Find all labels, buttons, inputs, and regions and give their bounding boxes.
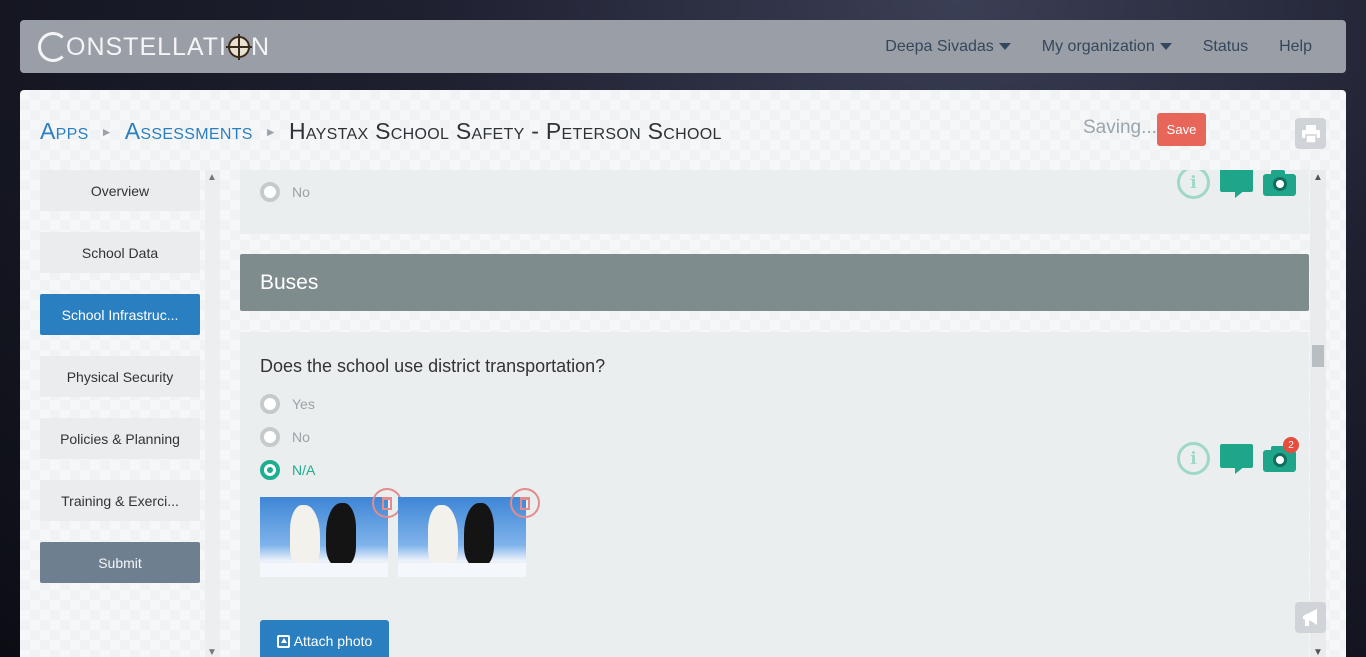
- question-actions: i 2: [1177, 437, 1299, 475]
- logo-c-ring: [38, 32, 68, 62]
- scroll-up-icon[interactable]: ▲: [207, 172, 217, 183]
- scrollbar-thumb[interactable]: [1312, 345, 1324, 367]
- organization-label: My organization: [1041, 37, 1155, 55]
- sidebar-item-school-infrastructure[interactable]: School Infrastruc...: [40, 294, 200, 335]
- announcement-button[interactable]: [1295, 602, 1326, 633]
- sidebar-item-school-data[interactable]: School Data: [40, 232, 200, 273]
- submit-button[interactable]: Submit: [40, 542, 200, 583]
- camera-icon[interactable]: 2: [1263, 437, 1299, 472]
- print-icon: [1301, 124, 1320, 143]
- breadcrumb-assessments[interactable]: Assessments: [125, 118, 253, 145]
- logo-text-1: ONSTELLATI: [66, 32, 227, 61]
- photo-thumbnail[interactable]: [260, 497, 388, 577]
- camera-icon[interactable]: [1263, 170, 1296, 196]
- radio-button[interactable]: [260, 394, 280, 414]
- organization-menu[interactable]: My organization: [1042, 38, 1172, 56]
- chevron-down-icon: [1159, 43, 1172, 50]
- prev-question-actions: i: [1177, 170, 1296, 199]
- scroll-down-icon[interactable]: ▼: [1313, 647, 1323, 657]
- attach-photo-button[interactable]: Attach photo: [260, 620, 389, 657]
- user-name: Deepa Sivadas: [885, 37, 994, 55]
- saving-status: Saving...: [1083, 117, 1157, 138]
- comment-icon[interactable]: [1220, 443, 1253, 474]
- help-link[interactable]: Help: [1279, 38, 1312, 56]
- option-label: N/A: [292, 462, 316, 478]
- radio-button[interactable]: [260, 427, 280, 447]
- info-icon[interactable]: i: [1177, 170, 1210, 199]
- sidebar-item-policies-planning[interactable]: Policies & Planning: [40, 418, 200, 459]
- main-panel: Apps ► Assessments ► Haystax School Safe…: [20, 90, 1346, 657]
- breadcrumb-apps[interactable]: Apps: [40, 118, 89, 145]
- save-button[interactable]: Save: [1157, 113, 1206, 146]
- radio-button[interactable]: [260, 182, 280, 202]
- option-label: No: [292, 429, 310, 445]
- attach-photo-label: Attach photo: [293, 633, 373, 649]
- option-label: No: [292, 184, 310, 200]
- megaphone-icon: [1302, 608, 1317, 626]
- section-header-buses: Buses: [240, 254, 1309, 311]
- sidebar-item-training-exercises[interactable]: Training & Exerci...: [40, 480, 200, 521]
- section-sidebar: Overview School Data School Infrastruc..…: [40, 170, 200, 604]
- option-yes[interactable]: Yes: [260, 394, 315, 414]
- comment-icon[interactable]: [1220, 170, 1253, 198]
- logo-text-2: N: [250, 32, 271, 61]
- upload-icon: [276, 634, 290, 648]
- question-card: Does the school use district transportat…: [240, 332, 1309, 657]
- sidebar-item-physical-security[interactable]: Physical Security: [40, 356, 200, 397]
- question-text: Does the school use district transportat…: [260, 356, 606, 376]
- top-navbar: ONSTELLATI N Deepa Sivadas My organizati…: [20, 20, 1346, 73]
- previous-question-card: No i: [240, 170, 1309, 234]
- questions-area: No i Buses Does the school use district …: [240, 170, 1310, 657]
- prev-option-no[interactable]: No: [260, 182, 310, 202]
- radio-button-selected[interactable]: [260, 460, 280, 480]
- compass-icon: [225, 34, 252, 60]
- nav-menu: Deepa Sivadas My organization Status Hel…: [885, 20, 1312, 73]
- scroll-up-icon[interactable]: ▲: [1313, 172, 1323, 183]
- breadcrumb: Apps ► Assessments ► Haystax School Safe…: [40, 118, 722, 145]
- sidebar-scrollbar[interactable]: ▲ ▼: [205, 170, 220, 657]
- option-no[interactable]: No: [260, 427, 310, 447]
- user-menu[interactable]: Deepa Sivadas: [885, 38, 1011, 56]
- content-scrollbar[interactable]: ▲ ▼: [1310, 170, 1326, 657]
- print-button[interactable]: [1295, 118, 1326, 149]
- option-na[interactable]: N/A: [260, 460, 315, 480]
- sidebar-item-overview[interactable]: Overview: [40, 170, 200, 211]
- breadcrumb-separator-icon: ►: [100, 124, 113, 139]
- constellation-logo[interactable]: ONSTELLATI N: [38, 30, 270, 64]
- info-icon[interactable]: i: [1177, 442, 1210, 475]
- scroll-down-icon[interactable]: ▼: [207, 647, 217, 657]
- option-label: Yes: [292, 396, 315, 412]
- chevron-down-icon: [998, 43, 1011, 50]
- status-link[interactable]: Status: [1203, 38, 1248, 56]
- photo-count-badge: 2: [1283, 437, 1299, 453]
- breadcrumb-separator-icon: ►: [264, 124, 277, 139]
- page-title: Haystax School Safety - Peterson School: [288, 118, 722, 144]
- photo-thumbnail[interactable]: [398, 497, 526, 577]
- trash-icon[interactable]: [510, 488, 540, 518]
